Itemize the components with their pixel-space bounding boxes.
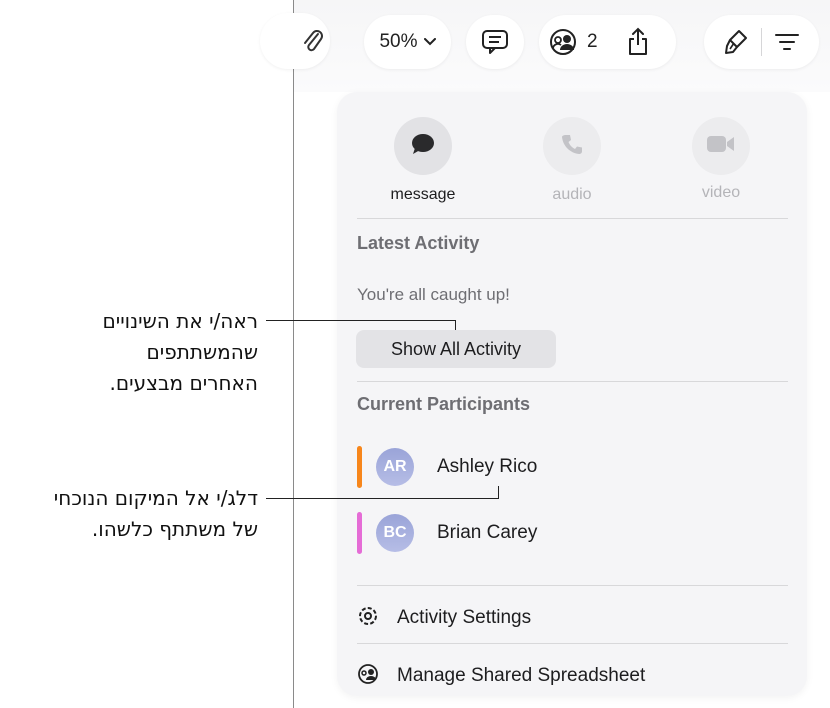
show-all-activity-button[interactable]: Show All Activity xyxy=(356,330,556,368)
participant-name: Ashley Rico xyxy=(437,456,538,477)
divider xyxy=(357,381,788,382)
callout-see-changes: ראה/י את השינויים שהמשתתפים האחרים מבצעי… xyxy=(102,306,258,399)
current-participants-heading: Current Participants xyxy=(357,394,531,414)
audio-label: audio xyxy=(552,186,592,203)
video-label: video xyxy=(701,184,741,201)
video-button[interactable] xyxy=(692,117,750,175)
share-icon xyxy=(626,27,650,57)
participant-row[interactable]: AR Ashley Rico xyxy=(357,442,657,492)
paintbrush-icon xyxy=(723,28,749,56)
format-button[interactable] xyxy=(723,28,749,56)
share-button[interactable] xyxy=(626,27,650,57)
callout-line: דלג/י אל המיקום הנוכחי xyxy=(53,486,258,510)
toolbar-separator xyxy=(761,28,762,56)
callout-leader xyxy=(498,486,499,499)
callout-line: ראה/י את השינויים xyxy=(102,309,258,333)
activity-settings-label: Activity Settings xyxy=(397,607,532,628)
participant-color-bar xyxy=(357,446,362,488)
collaboration-icon xyxy=(357,663,379,690)
audio-button[interactable] xyxy=(543,117,601,175)
zoom-label: 50% xyxy=(379,31,418,52)
filter-lines-icon xyxy=(774,32,800,52)
participant-row[interactable]: BC Brian Carey xyxy=(357,508,657,558)
zoom-button[interactable]: 50% xyxy=(364,15,451,69)
window-edge xyxy=(293,0,294,708)
attachment-button[interactable] xyxy=(260,13,330,69)
participant-count: 2 xyxy=(587,31,598,52)
callout-leader xyxy=(455,320,456,330)
message-label: message xyxy=(390,186,456,203)
video-camera-icon xyxy=(706,134,736,159)
latest-activity-heading: Latest Activity xyxy=(357,233,480,253)
chevron-down-icon xyxy=(423,38,436,46)
avatar: BC xyxy=(376,514,414,552)
callout-leader xyxy=(266,498,499,499)
manage-shared-label: Manage Shared Spreadsheet xyxy=(397,665,646,686)
callout-line: שהמשתתפים xyxy=(146,340,258,364)
activity-settings-icon xyxy=(357,605,379,632)
activity-settings-item[interactable]: Activity Settings xyxy=(357,603,531,633)
comment-icon xyxy=(481,29,509,55)
collaboration-popover: message audio video Latest Activity You'… xyxy=(337,92,807,696)
comment-button[interactable] xyxy=(466,15,524,69)
organize-button[interactable] xyxy=(774,32,800,52)
callout-jump-location: דלג/י אל המיקום הנוכחי של משתתף כלשהו. xyxy=(54,483,258,545)
paperclip-icon xyxy=(301,27,325,55)
message-bubble-icon xyxy=(410,132,436,161)
manage-shared-item[interactable]: Manage Shared Spreadsheet xyxy=(357,661,645,691)
divider xyxy=(357,218,788,219)
caught-up-text: You're all caught up! xyxy=(357,285,510,304)
callout-line: האחרים מבצעים. xyxy=(109,371,258,395)
participant-name: Brian Carey xyxy=(437,522,538,543)
callout-line: של משתתף כלשהו. xyxy=(91,517,258,541)
divider xyxy=(357,585,788,586)
phone-icon xyxy=(561,133,583,160)
collaboration-button[interactable]: 2 xyxy=(547,28,598,56)
format-pill xyxy=(704,15,819,69)
collaboration-icon xyxy=(547,28,579,56)
divider xyxy=(357,643,788,644)
callout-leader xyxy=(266,320,456,321)
participant-color-bar xyxy=(357,512,362,554)
avatar: AR xyxy=(376,448,414,486)
message-button[interactable] xyxy=(394,117,452,175)
collaboration-pill: 2 xyxy=(539,15,676,69)
